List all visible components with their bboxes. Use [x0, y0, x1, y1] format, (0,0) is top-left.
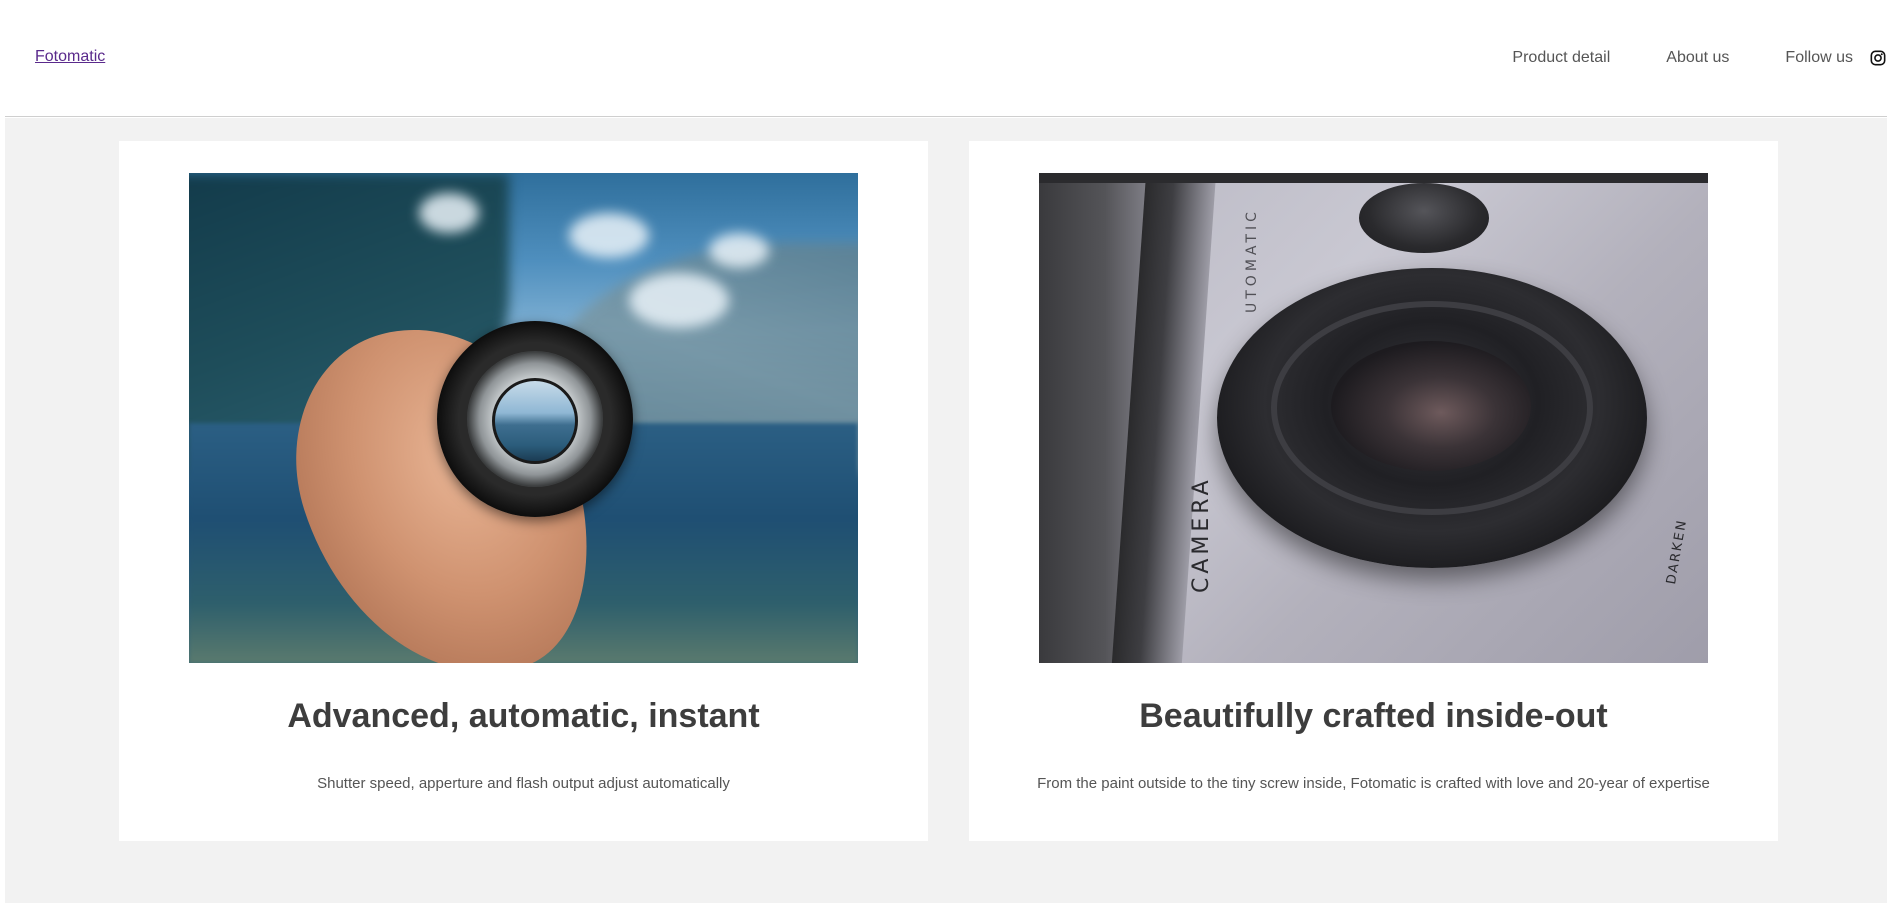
vintage-camera-photo: CAMERA UTOMATIC DARKEN	[1039, 173, 1708, 663]
nav-about-us[interactable]: About us	[1666, 49, 1729, 67]
camera-text: CAMERA	[1189, 476, 1214, 593]
card-title: Advanced, automatic, instant	[287, 697, 760, 735]
lens-in-hand-photo	[189, 173, 858, 663]
feature-card-automatic: Advanced, automatic, instant Shutter spe…	[119, 141, 928, 841]
nav-follow-us-label: Follow us	[1785, 49, 1853, 66]
card-title: Beautifully crafted inside-out	[1139, 697, 1608, 735]
automatic-text: UTOMATIC	[1244, 208, 1260, 313]
feature-card-crafted: CAMERA UTOMATIC DARKEN Beautifully craft…	[969, 141, 1778, 841]
main-nav: Product detail About us Follow us	[1512, 48, 1887, 68]
card-description: From the paint outside to the tiny screw…	[1037, 775, 1710, 792]
nav-follow-us[interactable]: Follow us	[1785, 49, 1887, 67]
main-content: Advanced, automatic, instant Shutter spe…	[5, 118, 1887, 903]
page: Fotomatic Product detail About us Follow…	[0, 0, 1887, 903]
nav-product-detail[interactable]: Product detail	[1512, 49, 1610, 67]
instagram-icon[interactable]	[1869, 49, 1887, 67]
card-description: Shutter speed, apperture and flash outpu…	[317, 775, 730, 792]
darken-text: DARKEN	[1664, 517, 1691, 586]
logo-link[interactable]: Fotomatic	[35, 48, 105, 66]
site-header: Fotomatic Product detail About us Follow…	[5, 0, 1887, 117]
